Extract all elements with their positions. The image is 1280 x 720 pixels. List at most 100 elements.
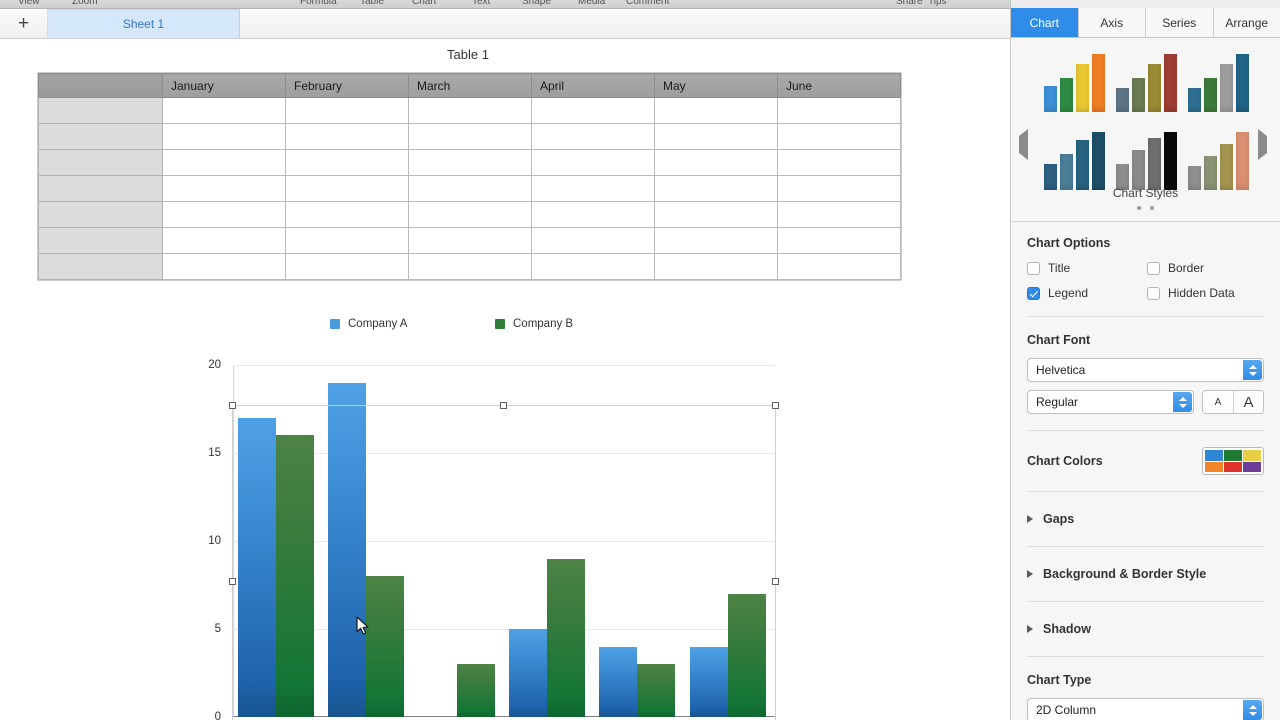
legend-entry-company-a[interactable]: Company A — [330, 318, 495, 330]
chart-styles-grid[interactable] — [1041, 46, 1251, 196]
chart-colors-row: Chart Colors — [1027, 447, 1264, 475]
font-family-stepper-icon[interactable] — [1243, 360, 1262, 380]
chart-style-thumbnail[interactable] — [1041, 46, 1107, 118]
legend-swatch-icon — [330, 319, 340, 329]
bar-company-a[interactable] — [599, 646, 638, 717]
legend-swatch-icon — [495, 319, 505, 329]
font-style-stepper-icon[interactable] — [1173, 392, 1192, 412]
checkbox-title-box[interactable] — [1027, 261, 1040, 275]
chart-colors-swatch-button[interactable] — [1202, 447, 1264, 475]
inspector-tab-chart[interactable]: Chart — [1011, 8, 1079, 37]
chart-styles-next-arrow-icon[interactable] — [1258, 129, 1272, 160]
font-family-value: Helvetica — [1036, 363, 1086, 377]
checkbox-border-box[interactable] — [1147, 261, 1160, 275]
chart-style-thumbnail[interactable] — [1113, 46, 1179, 118]
sheet-tab-sheet-1[interactable]: Sheet 1 — [48, 9, 240, 38]
toolbar-item-text[interactable]: Text — [472, 0, 490, 7]
chart-style-thumbnail-bar — [1235, 132, 1249, 190]
chart-options-title: Chart Options — [1027, 236, 1111, 250]
legend-label: Company B — [513, 318, 574, 330]
bar-company-b[interactable] — [366, 576, 405, 717]
legend-label: Company A — [348, 318, 408, 330]
decrease-font-size-button[interactable]: A — [1203, 391, 1233, 413]
bar-company-a[interactable] — [238, 417, 276, 717]
chart-color-cell — [1243, 450, 1261, 461]
chart-styles-page-dots[interactable] — [1011, 206, 1280, 210]
chart-type-stepper-icon[interactable] — [1243, 700, 1262, 720]
chart-style-thumbnail-bar — [1075, 140, 1089, 190]
bar-group[interactable] — [685, 365, 775, 717]
bar-company-a[interactable] — [328, 382, 367, 717]
inspector-tab-axis[interactable]: Axis — [1078, 8, 1146, 37]
chart-object[interactable]: Company ACompany B 05101520 Edit Data Re… — [0, 40, 1010, 720]
toolbar-item-media[interactable]: Media — [578, 0, 605, 7]
chart-type-select[interactable]: 2D Column — [1027, 698, 1264, 720]
checkbox-title-label: Title — [1048, 261, 1071, 275]
document-canvas: Table 1 January February March April May… — [0, 40, 1010, 720]
bar-company-b[interactable] — [276, 435, 314, 717]
bar-company-b[interactable] — [546, 558, 585, 717]
chart-type-title: Chart Type — [1027, 673, 1092, 687]
chart-bars[interactable] — [233, 365, 775, 717]
font-style-row: Regular A A — [1027, 390, 1264, 414]
toolbar-item-zoom[interactable]: Zoom — [72, 0, 98, 7]
chart-color-cell — [1205, 450, 1223, 461]
chart-styles-prev-arrow-icon[interactable] — [1019, 129, 1033, 160]
inspector-tab-series[interactable]: Series — [1146, 8, 1214, 37]
checkbox-hidden-data[interactable]: Hidden Data — [1147, 286, 1264, 300]
toolbar-item-formula[interactable]: Formula — [300, 0, 337, 7]
increase-font-size-button[interactable]: A — [1233, 391, 1263, 413]
chart-legend[interactable]: Company A Company B — [330, 318, 660, 330]
bar-company-a[interactable] — [689, 646, 728, 717]
divider — [1027, 491, 1264, 492]
bar-company-b[interactable] — [456, 664, 495, 717]
bar-company-b[interactable] — [727, 593, 766, 717]
chart-plot-area[interactable]: 0 5 10 15 20 — [208, 359, 775, 720]
chart-style-thumbnail-bar — [1203, 156, 1217, 190]
checkbox-hidden-data-box[interactable] — [1147, 286, 1160, 300]
bar-group[interactable] — [504, 365, 594, 717]
bar-group[interactable] — [414, 365, 504, 717]
inspector-tab-arrange[interactable]: Arrange — [1213, 8, 1280, 37]
page-dot[interactable] — [1137, 206, 1141, 210]
toolbar-item-tips[interactable]: Tips — [928, 0, 947, 7]
toolbar-item-share[interactable]: Share — [896, 0, 923, 7]
font-size-buttons: A A — [1202, 390, 1264, 414]
chart-style-thumbnail-bar — [1115, 88, 1129, 112]
bar-group[interactable] — [233, 365, 323, 717]
checkbox-legend-box[interactable] — [1027, 286, 1040, 300]
bar-company-a[interactable] — [508, 629, 547, 717]
section-gaps[interactable]: Gaps — [1027, 508, 1264, 530]
chart-style-thumbnail-bar — [1091, 54, 1105, 112]
bar-company-b[interactable] — [637, 664, 676, 717]
chart-style-thumbnail-bar — [1059, 78, 1073, 112]
toolbar-item-table[interactable]: Table — [360, 0, 384, 7]
checkbox-legend[interactable]: Legend — [1027, 286, 1147, 300]
bar-group[interactable] — [323, 365, 413, 717]
section-background-border-style[interactable]: Background & Border Style — [1027, 563, 1264, 585]
toolbar-item-chart[interactable]: Chart — [412, 0, 436, 7]
bar-group[interactable] — [594, 365, 684, 717]
chart-style-thumbnail-bar — [1163, 54, 1177, 112]
section-shadow[interactable]: Shadow — [1027, 618, 1264, 640]
font-family-select[interactable]: Helvetica — [1027, 358, 1264, 382]
chart-style-thumbnail-bar — [1187, 88, 1201, 112]
chart-style-thumbnail-bar — [1219, 64, 1233, 112]
checkbox-title[interactable]: Title — [1027, 261, 1147, 275]
section-gaps-label: Gaps — [1043, 512, 1075, 526]
sheet-tab-bar: + Sheet 1 — [0, 9, 1010, 39]
legend-entry-company-b[interactable]: Company B — [495, 318, 660, 330]
chart-styles-panel: Chart Styles — [1011, 38, 1280, 222]
chart-style-thumbnail-bar — [1163, 132, 1177, 190]
page-dot[interactable] — [1150, 206, 1154, 210]
checkbox-border[interactable]: Border — [1147, 261, 1264, 275]
chart-styles-label: Chart Styles — [1112, 186, 1179, 200]
toolbar-item-view[interactable]: View — [18, 0, 40, 7]
chart-style-thumbnail[interactable] — [1185, 46, 1251, 118]
mouse-cursor-icon — [356, 616, 369, 635]
toolbar-item-comment[interactable]: Comment — [626, 0, 669, 7]
add-sheet-button[interactable]: + — [0, 9, 48, 38]
disclosure-triangle-icon — [1027, 570, 1033, 578]
toolbar-item-shape[interactable]: Shape — [522, 0, 551, 7]
font-style-select[interactable]: Regular — [1027, 390, 1194, 414]
